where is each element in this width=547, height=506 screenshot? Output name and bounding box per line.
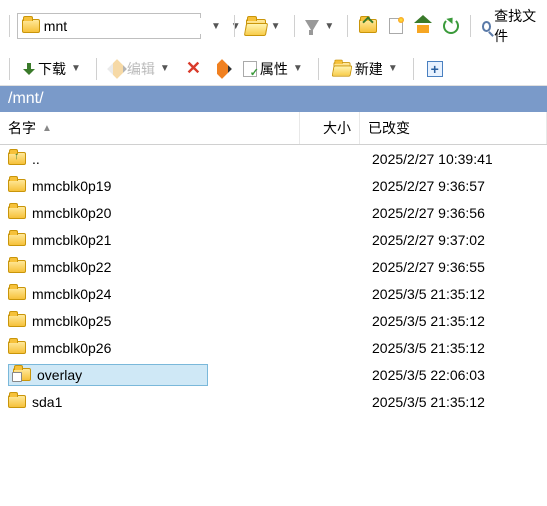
parent-dir-icon: [8, 152, 26, 165]
properties-label: 属性: [260, 59, 288, 79]
path-input[interactable]: [44, 18, 225, 34]
file-modified: 2025/2/27 10:39:41: [372, 151, 539, 167]
pencil-icon: [107, 59, 127, 79]
table-row[interactable]: mmcblk0p24 2025/3/5 21:35:12: [0, 280, 547, 307]
file-name: ..: [32, 151, 40, 167]
table-row[interactable]: overlay 2025/3/5 22:06:03: [0, 361, 547, 388]
file-name: overlay: [37, 367, 82, 383]
table-row[interactable]: mmcblk0p26 2025/3/5 21:35:12: [0, 334, 547, 361]
home-button[interactable]: [411, 17, 435, 35]
file-modified: 2025/3/5 22:06:03: [372, 367, 539, 383]
refresh-icon: [443, 18, 459, 34]
folder-icon: [8, 206, 26, 219]
new-label: 新建: [355, 59, 383, 79]
new-doc-button[interactable]: [385, 16, 407, 36]
filter-button[interactable]: ▼: [301, 18, 340, 34]
column-header-name[interactable]: 名字 ▲: [0, 112, 300, 144]
folder-icon: [8, 314, 26, 327]
chevron-down-icon[interactable]: ▼: [229, 21, 243, 32]
file-name: mmcblk0p20: [32, 205, 111, 221]
parent-dir-button[interactable]: [355, 17, 381, 35]
file-modified: 2025/3/5 21:35:12: [372, 286, 539, 302]
file-name: mmcblk0p21: [32, 232, 111, 248]
edit-button[interactable]: 编辑 ▼: [106, 57, 176, 81]
folder-icon: [22, 19, 40, 33]
search-icon: [482, 21, 491, 32]
download-button[interactable]: 下载 ▼: [19, 57, 87, 81]
file-name: mmcblk0p19: [32, 178, 111, 194]
download-label: 下载: [38, 59, 66, 79]
file-modified: 2025/3/5 21:35:12: [372, 313, 539, 329]
file-name: mmcblk0p25: [32, 313, 111, 329]
folder-link-icon: [13, 368, 31, 381]
sort-asc-icon: ▲: [42, 123, 52, 134]
file-name: sda1: [32, 394, 62, 410]
file-modified: 2025/2/27 9:36:56: [372, 205, 539, 221]
edit-label: 编辑: [127, 59, 155, 79]
find-files-button[interactable]: 查找文件: [478, 4, 541, 48]
home-icon: [415, 19, 431, 33]
new-doc-icon: [389, 18, 403, 34]
properties-icon: [243, 61, 257, 77]
current-path: /mnt/: [0, 86, 547, 112]
folder-icon: [8, 395, 26, 408]
folder-icon: [8, 233, 26, 246]
file-name: mmcblk0p22: [32, 259, 111, 275]
table-row[interactable]: mmcblk0p22 2025/2/27 9:36:55: [0, 253, 547, 280]
folder-icon: [8, 341, 26, 354]
file-modified: 2025/2/27 9:37:02: [372, 232, 539, 248]
file-name: mmcblk0p26: [32, 340, 111, 356]
table-row[interactable]: mmcblk0p19 2025/2/27 9:36:57: [0, 172, 547, 199]
file-modified: 2025/3/5 21:35:12: [372, 340, 539, 356]
file-list: 名字 ▲ 大小 已改变 .. 2025/2/27 10:39:41 mmcblk0p…: [0, 112, 547, 415]
table-row[interactable]: mmcblk0p21 2025/2/27 9:37:02: [0, 226, 547, 253]
column-header-modified[interactable]: 已改变: [360, 112, 547, 144]
parent-dir-icon: [359, 19, 377, 33]
plus-icon: +: [427, 61, 443, 77]
path-combo[interactable]: ▼: [17, 13, 201, 39]
table-row[interactable]: sda1 2025/3/5 21:35:12: [0, 388, 547, 415]
column-header-size[interactable]: 大小: [300, 112, 360, 144]
properties-button[interactable]: 属性 ▼: [239, 57, 309, 81]
file-modified: 2025/2/27 9:36:57: [372, 178, 539, 194]
folder-icon: [8, 179, 26, 192]
folder-icon: [8, 287, 26, 300]
delete-button[interactable]: ✕: [182, 56, 205, 81]
find-files-label: 查找文件: [494, 6, 537, 46]
file-modified: 2025/3/5 21:35:12: [372, 394, 539, 410]
add-button[interactable]: +: [423, 59, 447, 79]
table-row[interactable]: mmcblk0p20 2025/2/27 9:36:56: [0, 199, 547, 226]
pencil-orange-icon: [212, 59, 232, 79]
x-icon: ✕: [186, 58, 201, 79]
file-name: mmcblk0p24: [32, 286, 111, 302]
table-row[interactable]: .. 2025/2/27 10:39:41: [0, 145, 547, 172]
new-folder-icon: [333, 62, 350, 75]
new-button[interactable]: 新建 ▼: [328, 57, 404, 81]
refresh-button[interactable]: [439, 16, 463, 36]
filter-icon: [305, 20, 319, 32]
open-folder-button[interactable]: ▼: [242, 17, 287, 36]
table-row[interactable]: mmcblk0p25 2025/3/5 21:35:12: [0, 307, 547, 334]
folder-icon: [8, 260, 26, 273]
history-dropdown[interactable]: ▼: [205, 19, 227, 34]
folder-open-icon: [246, 19, 266, 34]
edit-pencil-button[interactable]: [211, 60, 233, 78]
file-modified: 2025/2/27 9:36:55: [372, 259, 539, 275]
download-icon: [23, 63, 35, 75]
